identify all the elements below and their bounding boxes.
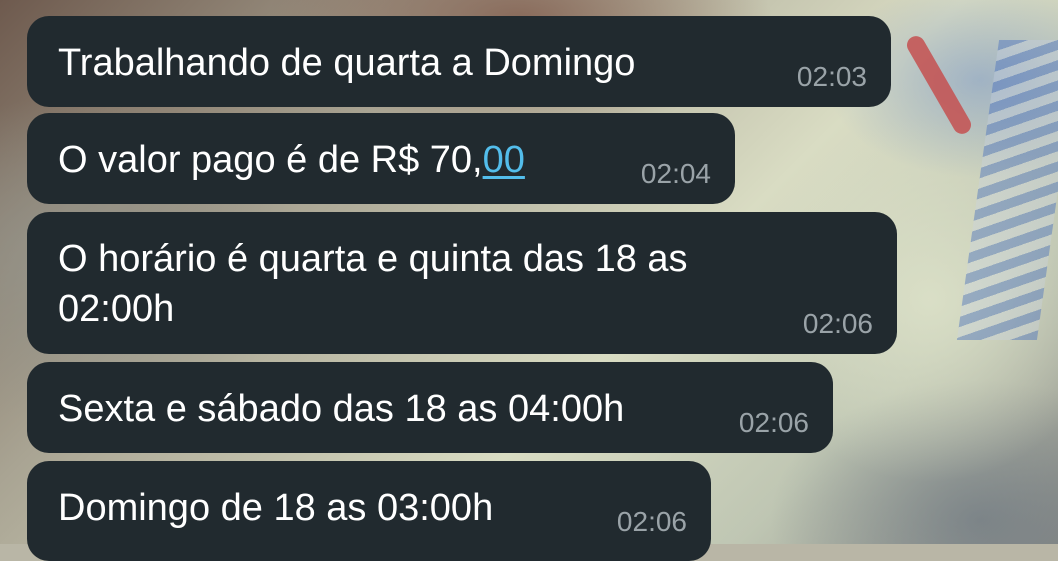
message-text-part: O valor pago é de R$ 70, <box>58 139 483 181</box>
message-bubble[interactable]: Domingo de 18 as 03:00h 02:06 <box>27 461 711 561</box>
message-timestamp: 02:06 <box>802 308 873 339</box>
message-text: O horário é quarta e quinta das 18 as 02:… <box>58 234 688 334</box>
message-bubble[interactable]: O valor pago é de R$ 70,00 02:04 <box>27 113 735 204</box>
wallpaper-photo-detail <box>903 32 975 138</box>
message-timestamp: 02:04 <box>640 158 711 189</box>
phone-number-link[interactable]: 00 <box>483 139 525 181</box>
message-timestamp: 02:06 <box>616 506 687 537</box>
message-timestamp: 02:06 <box>738 407 809 438</box>
message-bubble[interactable]: Sexta e sábado das 18 as 04:00h 02:06 <box>27 362 833 453</box>
message-timestamp: 02:03 <box>796 61 867 92</box>
wallpaper-photo-detail <box>956 40 1058 340</box>
message-bubble[interactable]: Trabalhando de quarta a Domingo 02:03 <box>27 16 891 107</box>
message-text: Sexta e sábado das 18 as 04:00h <box>58 388 625 430</box>
message-text: O valor pago é de R$ 70,00 <box>58 135 525 185</box>
message-bubble[interactable]: O horário é quarta e quinta das 18 as 02:… <box>27 212 897 354</box>
message-text: Domingo de 18 as 03:00h <box>58 487 494 529</box>
message-text: Trabalhando de quarta a Domingo <box>58 42 636 84</box>
message-text-line: 02:00h <box>58 288 175 330</box>
message-text-line: O horário é quarta e quinta das 18 as <box>58 238 688 280</box>
